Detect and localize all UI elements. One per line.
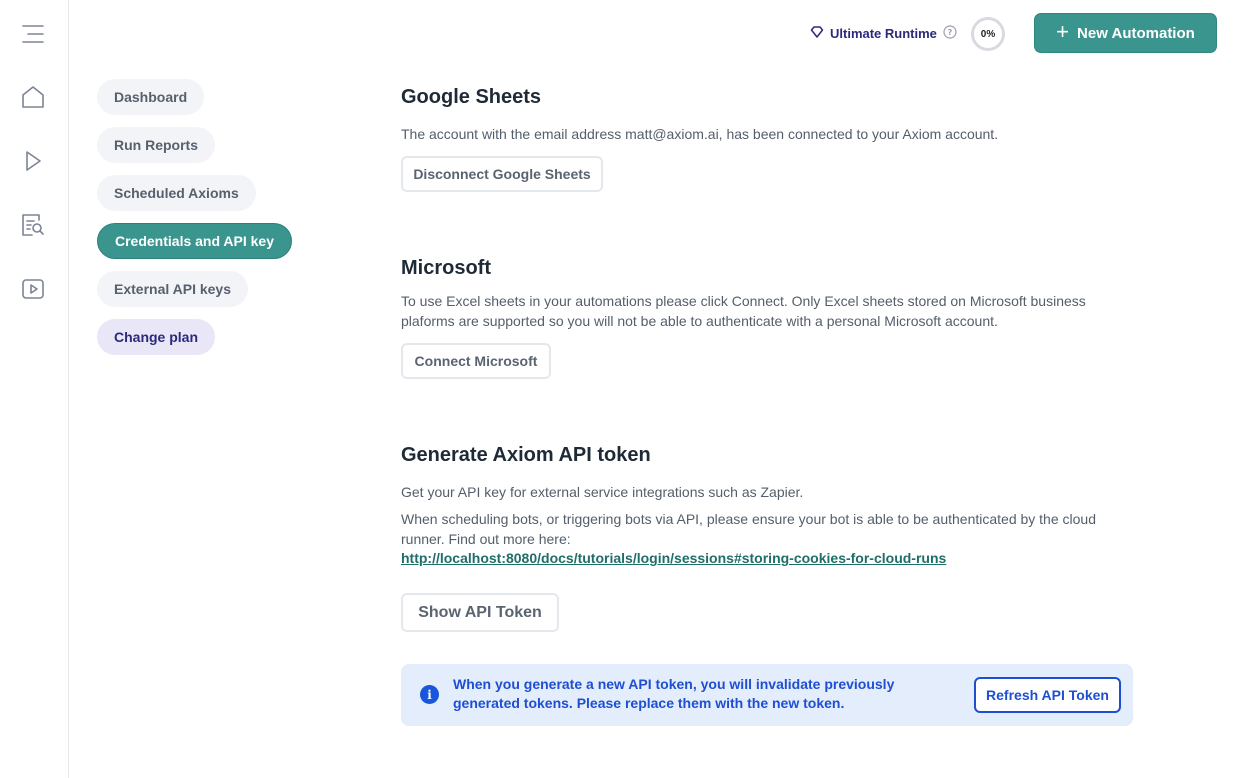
- help-icon[interactable]: ?: [943, 24, 957, 42]
- refresh-api-token-button[interactable]: Refresh API Token: [974, 677, 1121, 713]
- docs-link[interactable]: http://localhost:8080/docs/tutorials/log…: [401, 550, 946, 566]
- left-rail: [0, 0, 69, 778]
- plus-icon: +: [1056, 19, 1070, 44]
- nav-credentials-api-key[interactable]: Credentials and API key: [97, 223, 292, 259]
- nav-scheduled-axioms[interactable]: Scheduled Axioms: [97, 175, 256, 211]
- video-icon[interactable]: [19, 275, 47, 303]
- info-icon: i: [420, 685, 439, 704]
- warning-message: When you generate a new API token, you w…: [453, 676, 895, 711]
- api-token-warning: i When you generate a new API token, you…: [401, 664, 1133, 726]
- disconnect-google-sheets-button[interactable]: Disconnect Google Sheets: [401, 156, 603, 192]
- api-description-1: Get your API key for external service in…: [401, 484, 804, 500]
- home-icon[interactable]: [19, 83, 47, 111]
- microsoft-title: Microsoft: [401, 257, 491, 279]
- runtime-label: Ultimate Runtime: [830, 25, 937, 41]
- diamond-icon: [810, 25, 824, 42]
- new-automation-label: New Automation: [1077, 24, 1195, 42]
- microsoft-description: To use Excel sheets in your automations …: [401, 293, 1086, 329]
- report-search-icon[interactable]: [19, 211, 47, 239]
- connect-microsoft-button[interactable]: Connect Microsoft: [401, 343, 551, 379]
- runtime-indicator[interactable]: Ultimate Runtime ?: [810, 22, 957, 44]
- google-sheets-title: Google Sheets: [401, 86, 542, 108]
- new-automation-button[interactable]: + New Automation: [1034, 13, 1217, 53]
- menu-icon[interactable]: [19, 20, 47, 48]
- api-description-2: When scheduling bots, or triggering bots…: [401, 511, 1096, 547]
- nav-dashboard[interactable]: Dashboard: [97, 79, 205, 115]
- nav-change-plan[interactable]: Change plan: [97, 319, 216, 355]
- api-token-title: Generate Axiom API token: [401, 444, 651, 466]
- svg-text:?: ?: [948, 28, 953, 37]
- show-api-token-button[interactable]: Show API Token: [401, 593, 559, 632]
- nav-external-api-keys[interactable]: External API keys: [97, 271, 248, 307]
- docs-link-row: http://localhost:8080/docs/tutorials/log…: [401, 548, 1141, 568]
- nav-run-reports[interactable]: Run Reports: [97, 127, 215, 163]
- play-icon[interactable]: [19, 147, 47, 175]
- usage-gauge: 0%: [971, 17, 1005, 51]
- google-sheets-description: The account with the email address matt@…: [401, 126, 999, 142]
